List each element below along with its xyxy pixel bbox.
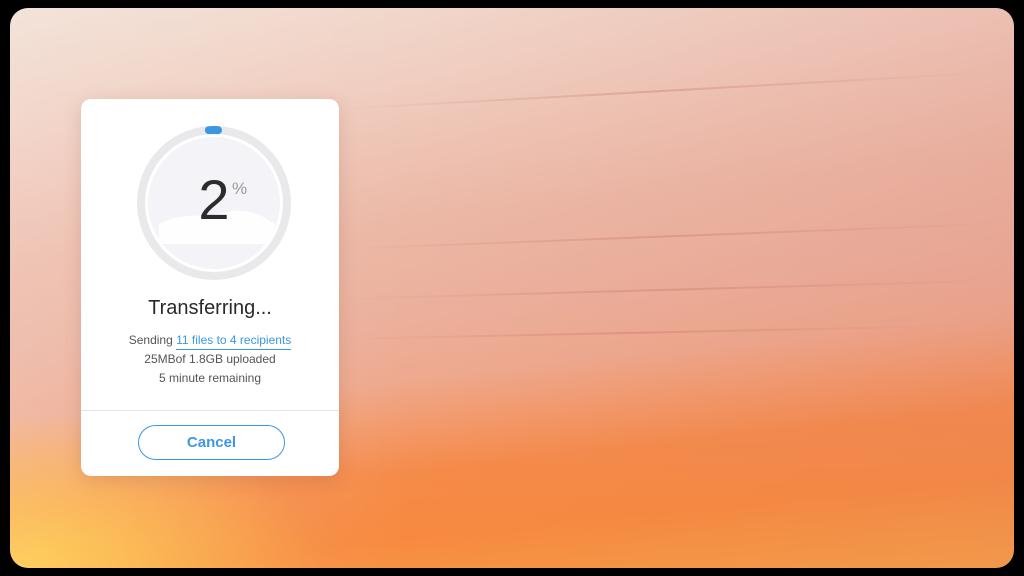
cancel-button[interactable]: Cancel — [138, 425, 285, 460]
progress-percent-value: 2 — [198, 168, 230, 231]
background-streak — [339, 72, 980, 110]
background-streak — [339, 325, 940, 340]
uploaded-status: 25MBof 1.8GB uploaded — [144, 352, 276, 366]
progress-ring: 2 % — [135, 124, 293, 282]
background-streak — [339, 222, 1000, 250]
background-streak — [339, 279, 1000, 300]
dialog-title: Transferring... — [148, 297, 272, 319]
recipients-link[interactable]: 11 files to 4 recipients — [176, 333, 292, 350]
time-remaining: 5 minute remaining — [158, 371, 262, 385]
sending-line: Sending 11 files to 4 recipients — [81, 333, 339, 350]
dialog-divider — [81, 410, 339, 411]
progress-percent-sign: % — [232, 179, 248, 198]
transfer-dialog: 2 % Transferring... Sending 11 files to … — [81, 99, 339, 476]
sending-prefix: Sending — [128, 333, 173, 347]
